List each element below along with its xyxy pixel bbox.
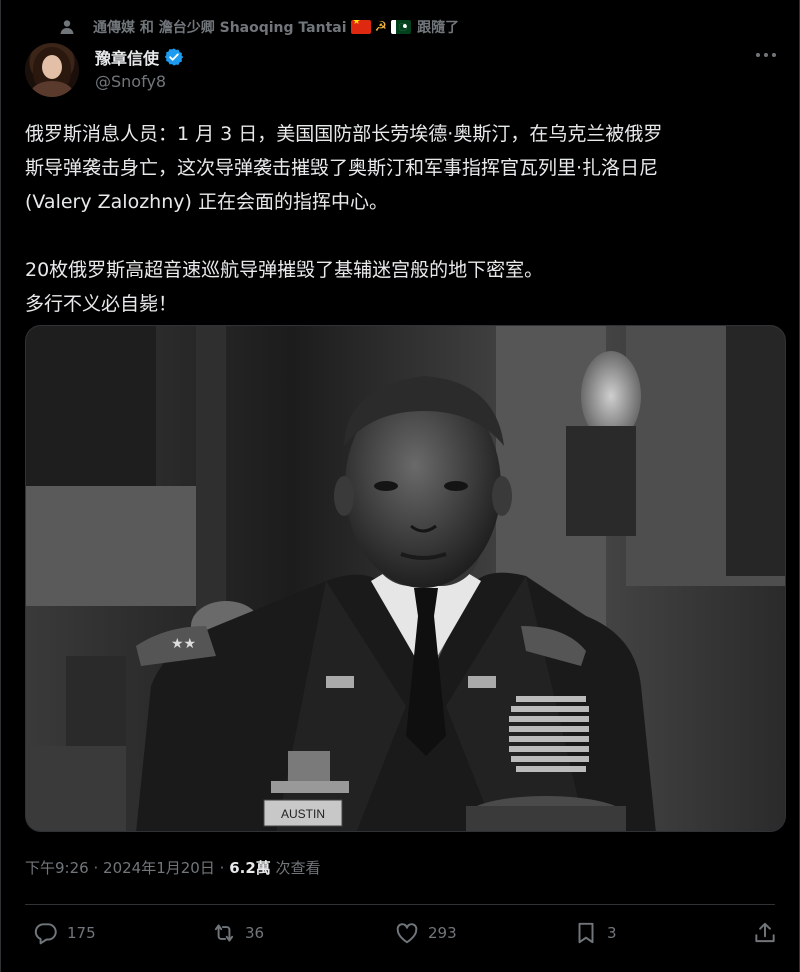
tweet-time[interactable]: 下午9:26 (25, 859, 89, 877)
tweet-detail: 通傳媒 和 澹台少卿 Shaoqing Tantai ☭ 跟隨了 豫章信使 @S… (0, 0, 800, 972)
repost-count: 36 (245, 924, 265, 942)
heart-icon (396, 923, 418, 944)
photo-illustration: ★★ AUSTIN (26, 326, 785, 831)
avatar[interactable] (25, 43, 79, 97)
china-flag-icon (350, 20, 371, 34)
reply-icon (34, 923, 57, 945)
pakistan-flag-icon (391, 20, 412, 34)
tweet-line: (Valery Zalozhny) 正在会面的指挥中心。 (25, 191, 388, 213)
view-count-label: 次查看 (275, 859, 321, 877)
meta-separator: · (93, 859, 99, 877)
author-handle[interactable]: @Snofy8 (95, 72, 166, 91)
social-context[interactable]: 通傳媒 和 澹台少卿 Shaoqing Tantai ☭ 跟隨了 (59, 16, 459, 38)
handshake-icon: ☭ (374, 19, 388, 35)
svg-text:★★: ★★ (171, 636, 196, 652)
reply-count: 175 (67, 924, 96, 942)
like-count: 293 (428, 924, 457, 942)
tweet-text: 俄罗斯消息人员：1 月 3 日，美国国防部长劳埃德·奥斯汀，在乌克兰被俄罗 斯导… (25, 117, 785, 321)
divider (25, 904, 775, 905)
tweet-photo[interactable]: ★★ AUSTIN (25, 325, 786, 832)
more-horizontal-icon (756, 53, 776, 57)
author-display-name[interactable]: 豫章信使 (95, 45, 159, 69)
reply-button[interactable]: 175 (33, 920, 96, 946)
person-icon (60, 20, 74, 34)
share-icon (755, 922, 775, 943)
tweet-line: 俄罗斯消息人员：1 月 3 日，美国国防部长劳埃德·奥斯汀，在乌克兰被俄罗 (25, 123, 663, 145)
bookmark-button[interactable]: 3 (573, 920, 617, 946)
share-button[interactable] (752, 920, 786, 946)
like-button[interactable]: 293 (394, 920, 457, 946)
bookmark-count: 3 (607, 924, 617, 942)
tweet-line: 20枚俄罗斯高超音速巡航导弹摧毁了基辅迷宫般的地下密室。 (25, 259, 544, 281)
view-count[interactable]: 6.2萬 (229, 859, 271, 877)
action-bar: 175 36 293 3 (25, 920, 785, 952)
social-context-text: 通傳媒 和 澹台少卿 Shaoqing Tantai (93, 20, 347, 36)
repost-icon (214, 924, 234, 942)
meta-separator: · (219, 859, 225, 877)
more-options-button[interactable] (755, 48, 777, 64)
followed-label: 跟隨了 (417, 20, 460, 36)
tweet-line: 多行不义必自毙！ (25, 293, 178, 315)
verified-badge-icon (164, 48, 184, 66)
author-name-row[interactable]: 豫章信使 (95, 45, 184, 69)
tweet-line: 斯导弹袭击身亡，这次导弹袭击摧毁了奥斯汀和军事指挥官瓦列里·扎洛日尼 (25, 157, 659, 179)
tweet-date[interactable]: 2024年1月20日 (103, 859, 215, 877)
repost-button[interactable]: 36 (211, 920, 264, 946)
bookmark-icon (578, 922, 594, 944)
name-tag-text: AUSTIN (281, 807, 325, 821)
tweet-metadata: 下午9:26 · 2024年1月20日 · 6.2萬 次查看 (25, 857, 321, 878)
